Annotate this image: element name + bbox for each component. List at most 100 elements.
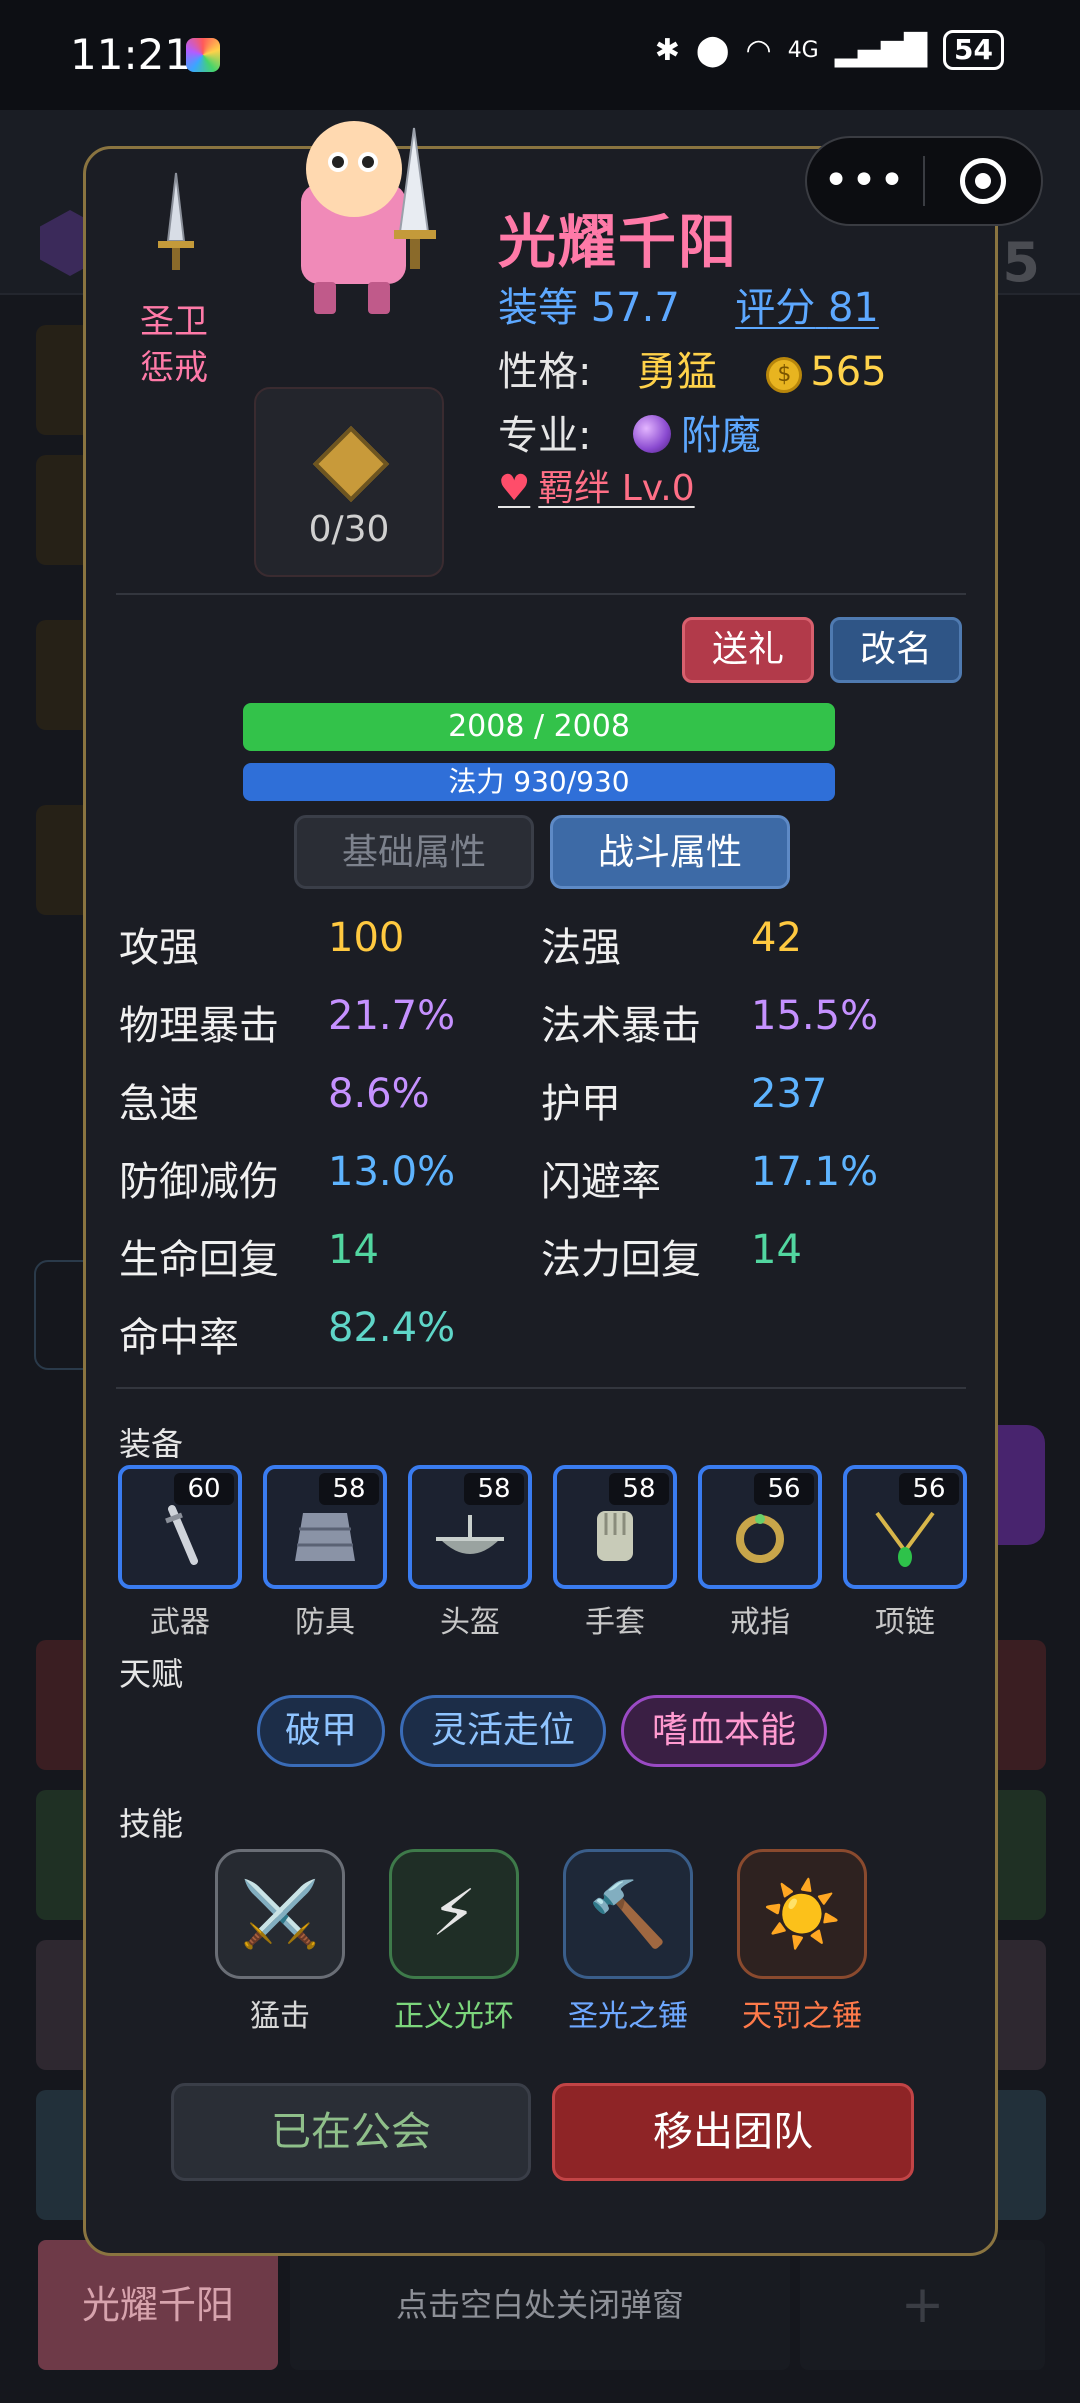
personality-line: 性格: 勇猛 $565 xyxy=(498,339,887,397)
equip-slot-armor[interactable]: 58 xyxy=(263,1465,387,1589)
background-hero-tab: 光耀千阳 xyxy=(38,2240,278,2370)
add-slot: + xyxy=(800,2240,1045,2370)
stat-value: 8.6% xyxy=(328,1071,430,1117)
equip-name: 武器 xyxy=(150,1605,210,1640)
equip-level: 58 xyxy=(609,1473,669,1505)
gear-score-value: 57.7 xyxy=(590,285,680,331)
talent-chip[interactable]: 破甲 xyxy=(257,1695,385,1767)
stat-value: 21.7% xyxy=(328,993,456,1039)
stat-label: 急速 xyxy=(119,1081,199,1127)
equip-slot-helmet[interactable]: 58 xyxy=(408,1465,532,1589)
stat-value: 237 xyxy=(751,1071,828,1117)
target-icon xyxy=(959,158,1006,204)
equip-level: 58 xyxy=(319,1473,379,1505)
stat-label: 防御减伤 xyxy=(119,1159,279,1205)
stat-value: 17.1% xyxy=(751,1149,879,1195)
xp-container: 0/30 xyxy=(254,387,444,577)
crossed-swords-icon: ⚔️ xyxy=(240,1877,320,1952)
stat-label: 法强 xyxy=(541,925,621,971)
close-hint[interactable]: 点击空白处关闭弹窗 xyxy=(290,2240,790,2370)
profession-label: 专业: xyxy=(498,413,592,459)
lightning-icon: ⚡ xyxy=(431,1877,477,1951)
stat-value: 14 xyxy=(328,1227,379,1273)
diamond-icon xyxy=(312,425,390,503)
equip-slot-necklace[interactable]: 56 xyxy=(843,1465,967,1589)
app-notification-icon xyxy=(186,38,220,72)
equip-level: 58 xyxy=(464,1473,524,1505)
status-icons: ✱ ⬤ ◠ 4G ▂▄▆█ 54 xyxy=(655,30,1004,70)
location-icon: ⬤ xyxy=(695,32,730,68)
equip-slot-gloves[interactable]: 58 xyxy=(553,1465,677,1589)
miniprogram-capsule: ••• xyxy=(805,136,1043,226)
skill-name: 正义光环 xyxy=(394,1999,514,2034)
stat-label: 护甲 xyxy=(541,1081,621,1127)
skill-slot[interactable]: 🔨 xyxy=(563,1849,693,1979)
network-type: 4G xyxy=(787,37,819,63)
gear-score-label: 装等 xyxy=(498,285,578,331)
talent-chip[interactable]: 嗜血本能 xyxy=(621,1695,827,1767)
rating-value: 81 xyxy=(827,285,879,331)
stat-label: 法力回复 xyxy=(541,1237,701,1283)
hero-detail-modal: 圣卫惩戒 0/30 光耀千阳 装等 57.7 评分 81 性格: 勇猛 $565… xyxy=(83,121,998,2256)
personality-label: 性格: xyxy=(498,349,592,395)
rename-button[interactable]: 改名 xyxy=(830,617,962,683)
stat-label: 闪避率 xyxy=(541,1159,661,1205)
skill-slot[interactable]: ☀️ xyxy=(737,1849,867,1979)
bond-level: 羁绊 Lv.0 xyxy=(538,468,695,509)
stat-label: 命中率 xyxy=(119,1315,239,1361)
divider xyxy=(116,1387,966,1389)
equip-name: 戒指 xyxy=(730,1605,790,1640)
equipment-section-label: 装备 xyxy=(119,1425,184,1463)
profession-line: 专业: 附魔 xyxy=(498,403,761,461)
tab-combat-stats[interactable]: 战斗属性 xyxy=(550,815,790,889)
battery-indicator: 54 xyxy=(943,30,1004,70)
hero-avatar xyxy=(301,121,436,314)
stat-value: 100 xyxy=(328,915,405,961)
hammer-icon: 🔨 xyxy=(588,1877,668,1952)
talents-section-label: 天赋 xyxy=(119,1655,184,1693)
remove-from-team-button[interactable]: 移出团队 xyxy=(552,2083,914,2181)
heart-icon: ♥ xyxy=(498,468,531,509)
skill-name: 猛击 xyxy=(250,1999,310,2034)
mana-bar: 法力 930/930 xyxy=(243,763,835,801)
equip-name: 项链 xyxy=(875,1605,935,1640)
stat-value: 15.5% xyxy=(751,993,879,1039)
skills-section-label: 技能 xyxy=(119,1805,184,1843)
close-miniprogram-button[interactable] xyxy=(925,158,1041,204)
stat-value: 82.4% xyxy=(328,1305,456,1351)
stat-label: 法术暴击 xyxy=(541,1003,701,1049)
gift-button[interactable]: 送礼 xyxy=(682,617,814,683)
profession-value: 附魔 xyxy=(680,413,761,459)
status-bar: 11:21 ✱ ⬤ ◠ 4G ▂▄▆█ 54 xyxy=(0,0,1080,110)
equip-slot-weapon[interactable]: 60 xyxy=(118,1465,242,1589)
rating-link[interactable]: 评分 81 xyxy=(735,285,879,331)
stat-value: 13.0% xyxy=(328,1149,456,1195)
equip-name: 手套 xyxy=(585,1605,645,1640)
coin-icon: $ xyxy=(766,357,803,393)
skill-slot[interactable]: ⚡ xyxy=(389,1849,519,1979)
hero-title: 圣卫惩戒 xyxy=(140,302,208,388)
more-menu-button[interactable]: ••• xyxy=(807,151,923,211)
equip-slot-ring[interactable]: 56 xyxy=(698,1465,822,1589)
score-line: 装等 57.7 评分 81 xyxy=(498,275,879,333)
skill-name: 天罚之锤 xyxy=(742,1999,862,2034)
sun-icon: ☀️ xyxy=(762,1877,842,1952)
stat-label: 攻强 xyxy=(119,925,199,971)
equip-name: 防具 xyxy=(295,1605,355,1640)
skill-name: 圣光之锤 xyxy=(568,1999,688,2034)
talent-chip[interactable]: 灵活走位 xyxy=(400,1695,606,1767)
bluetooth-icon: ✱ xyxy=(654,32,680,68)
skill-slot[interactable]: ⚔️ xyxy=(215,1849,345,1979)
clock: 11:21 xyxy=(70,30,192,79)
tab-basic-stats[interactable]: 基础属性 xyxy=(294,815,534,889)
equip-name: 头盔 xyxy=(440,1605,500,1640)
xp-counter: 0/30 xyxy=(308,509,390,550)
sword-badge-icon xyxy=(158,172,194,270)
stat-value: 14 xyxy=(751,1227,802,1273)
stat-label: 物理暴击 xyxy=(119,1003,279,1049)
bond-link[interactable]: ♥ 羁绊 Lv.0 xyxy=(498,459,695,511)
gold-amount: 565 xyxy=(810,349,887,395)
equip-level: 60 xyxy=(174,1473,234,1505)
hero-name: 光耀千阳 xyxy=(498,208,739,276)
in-guild-button[interactable]: 已在公会 xyxy=(171,2083,531,2181)
